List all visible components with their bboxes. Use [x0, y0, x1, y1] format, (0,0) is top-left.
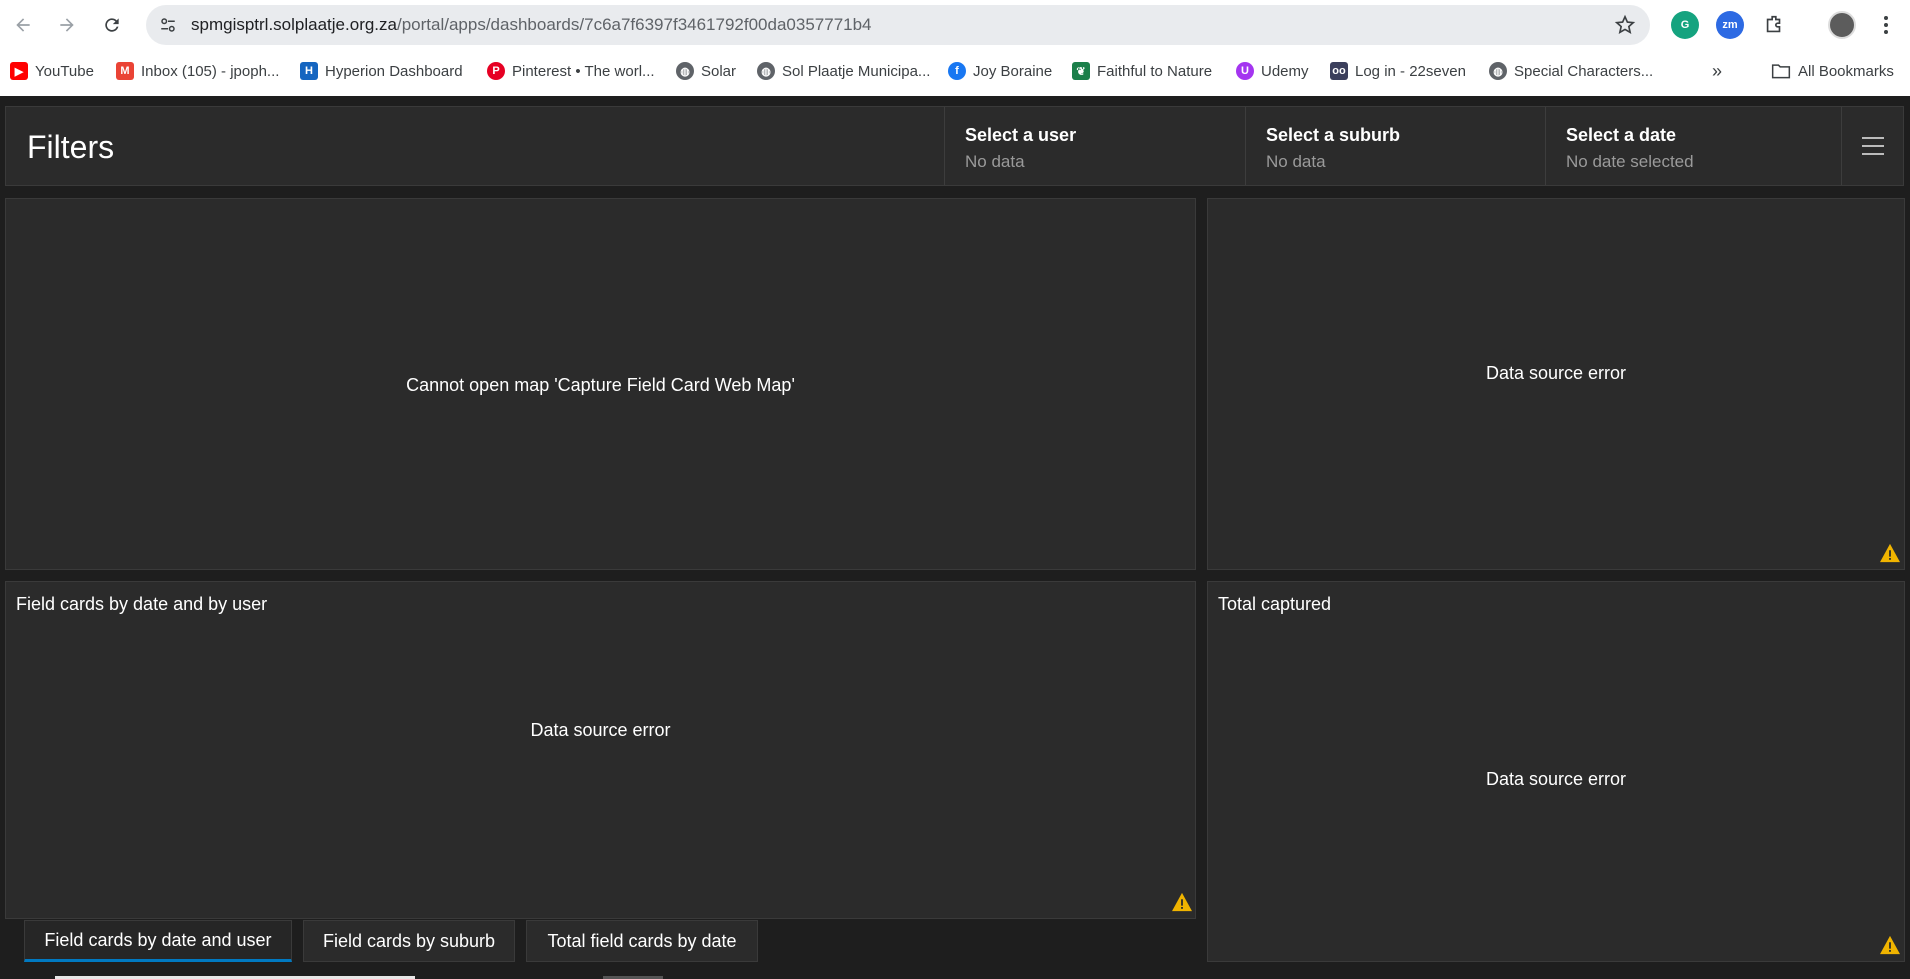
user-selector[interactable]: Select a user No data: [944, 107, 1245, 185]
date-selector[interactable]: Select a date No date selected: [1545, 107, 1843, 185]
warning-icon[interactable]: [1171, 892, 1193, 912]
udemy-icon: U: [1236, 62, 1254, 80]
22seven-icon: oo: [1330, 62, 1348, 80]
tab-total-field-cards-by-date[interactable]: Total field cards by date: [526, 920, 758, 962]
reload-icon: [105, 18, 119, 32]
data-source-error-message: Data source error: [530, 720, 671, 740]
all-bookmarks-button[interactable]: All Bookmarks: [1771, 60, 1894, 82]
browser-chrome: spmgisptrl.solplaatje.org.za/portal/apps…: [0, 0, 1910, 96]
map-error-message: Cannot open map 'Capture Field Card Web …: [406, 375, 795, 395]
browser-menu-icon[interactable]: [1872, 11, 1900, 39]
bookmark-solar[interactable]: ◍ Solar: [676, 60, 736, 82]
field-cards-chart-panel: Field cards by date and by user Data sou…: [5, 581, 1196, 919]
bookmark-inbox[interactable]: M Inbox (105) - jpoph...: [116, 60, 279, 82]
back-button[interactable]: [8, 10, 38, 40]
warning-icon[interactable]: [1879, 935, 1901, 955]
warning-icon[interactable]: [1879, 543, 1901, 563]
suburb-selector-label: Select a suburb: [1266, 125, 1401, 145]
tab-field-cards-by-suburb[interactable]: Field cards by suburb: [303, 920, 515, 962]
tune-icon: [161, 18, 175, 32]
globe-icon: ◍: [757, 62, 775, 80]
bookmark-22seven[interactable]: oo Log in - 22seven: [1330, 60, 1466, 82]
date-selector-value: No date selected: [1566, 152, 1694, 171]
tab-field-cards-by-date-and-user[interactable]: Field cards by date and user: [24, 920, 292, 962]
zoom-extension-icon[interactable]: zm: [1716, 11, 1744, 39]
reload-button[interactable]: [97, 10, 127, 40]
bookmark-joy-boraine[interactable]: f Joy Boraine: [948, 60, 1052, 82]
user-selector-value: No data: [965, 152, 1025, 171]
map-panel[interactable]: Cannot open map 'Capture Field Card Web …: [5, 198, 1196, 570]
bookmark-star-icon[interactable]: [1614, 14, 1636, 36]
user-selector-label: Select a user: [965, 125, 1077, 145]
leaf-icon: ❦: [1072, 62, 1090, 80]
panel-title: Total captured: [1218, 594, 1332, 614]
bookmark-faithful-to-nature[interactable]: ❦ Faithful to Nature: [1072, 60, 1212, 82]
bookmark-hyperion[interactable]: H Hyperion Dashboard: [300, 60, 463, 82]
profile-avatar[interactable]: [1828, 11, 1856, 39]
suburb-selector-value: No data: [1266, 152, 1326, 171]
url-host: spmgisptrl.solplaatje.org.za: [191, 15, 397, 34]
bookmarks-overflow-button[interactable]: »: [1712, 60, 1722, 82]
hamburger-menu-button[interactable]: [1841, 107, 1903, 185]
page-title: Filters: [27, 129, 115, 165]
bookmark-udemy[interactable]: U Udemy: [1236, 60, 1309, 82]
suburb-selector[interactable]: Select a suburb No data: [1245, 107, 1545, 185]
bookmark-youtube[interactable]: ▶ YouTube: [10, 60, 94, 82]
back-arrow-icon: [16, 18, 30, 32]
total-captured-panel: Total captured Data source error: [1207, 581, 1905, 962]
extensions-icon[interactable]: [1760, 11, 1788, 39]
youtube-icon: ▶: [10, 62, 28, 80]
globe-icon: ◍: [676, 62, 694, 80]
url-text: spmgisptrl.solplaatje.org.za/portal/apps…: [191, 15, 872, 35]
url-path: /portal/apps/dashboards/7c6a7f6397f34617…: [396, 15, 872, 34]
gmail-icon: M: [116, 62, 134, 80]
address-bar[interactable]: spmgisptrl.solplaatje.org.za/portal/apps…: [146, 5, 1650, 45]
folder-icon: [1771, 64, 1791, 79]
bookmark-special-characters[interactable]: ◍ Special Characters...: [1489, 60, 1653, 82]
site-info-button[interactable]: [154, 11, 182, 39]
data-source-error-message: Data source error: [1485, 363, 1627, 383]
double-chevron-right-icon: »: [1712, 60, 1723, 81]
date-selector-label: Select a date: [1566, 125, 1677, 145]
bookmark-pinterest[interactable]: P Pinterest • The worl...: [487, 60, 655, 82]
pinterest-icon: P: [487, 62, 505, 80]
dashboard: Filters Select a user No data Select a s…: [0, 96, 1910, 979]
browser-toolbar: spmgisptrl.solplaatje.org.za/portal/apps…: [0, 0, 1910, 50]
filters-header: Filters Select a user No data Select a s…: [5, 106, 1904, 186]
forward-button[interactable]: [52, 10, 82, 40]
bookmark-sol-plaatje[interactable]: ◍ Sol Plaatje Municipa...: [757, 60, 930, 82]
bookmarks-bar: ▶ YouTube M Inbox (105) - jpoph... H Hyperi…: [0, 54, 1910, 86]
panel-title: Field cards by date and by user: [16, 594, 268, 614]
forward-arrow-icon: [60, 18, 74, 32]
hyperion-icon: H: [300, 62, 318, 80]
facebook-icon: f: [948, 62, 966, 80]
data-source-error-message: Data source error: [1485, 769, 1627, 789]
hamburger-icon: [1861, 137, 1884, 155]
globe-icon: ◍: [1489, 62, 1507, 80]
grammarly-icon[interactable]: G: [1671, 11, 1699, 39]
top-right-panel: Data source error: [1207, 198, 1905, 570]
